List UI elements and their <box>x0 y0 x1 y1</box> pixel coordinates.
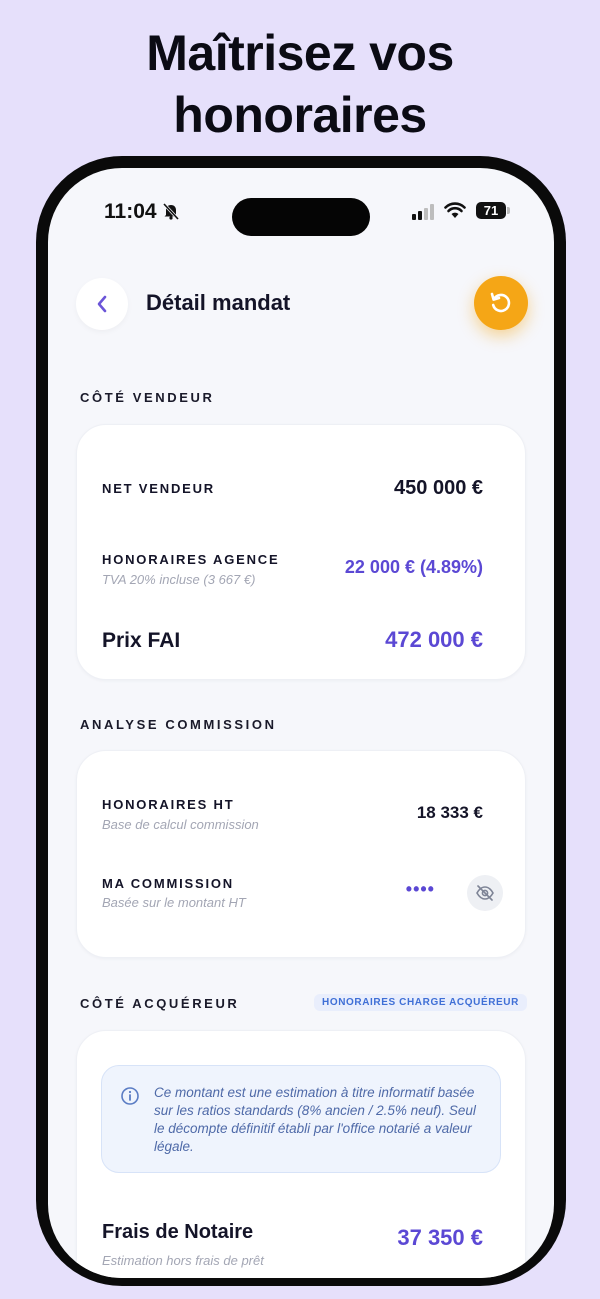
agency-fees-sub: TVA 20% incluse (3 667 €) <box>102 572 256 587</box>
headline-line-1: Maîtrisez vos <box>146 25 454 81</box>
info-notice-text: Ce montant est une estimation à titre in… <box>154 1085 476 1154</box>
back-button[interactable] <box>76 278 128 330</box>
dynamic-island <box>232 198 370 236</box>
signal-icon <box>412 204 434 220</box>
buyer-fees-badge: HONORAIRES CHARGE ACQUÉREUR <box>314 994 527 1011</box>
bell-off-icon <box>162 202 180 220</box>
rotate-ccw-icon <box>490 292 511 313</box>
fees-ht-value: 18 333 € <box>416 803 483 822</box>
net-seller-value: 450 000 € <box>394 477 483 499</box>
net-seller-label: NET VENDEUR <box>102 481 215 496</box>
my-commission-sub: Basée sur le montant HT <box>102 895 246 910</box>
my-commission-label: MA COMMISSION <box>102 876 234 891</box>
status-time: 11:04 <box>104 200 157 223</box>
seller-card: NET VENDEUR 450 000 € HONORAIRES AGENCE … <box>76 424 526 680</box>
phone-screen: 11:04 71 Détail mandat CÔTÉ VENDEUR NET … <box>48 168 554 1278</box>
section-seller-label: CÔTÉ VENDEUR <box>80 390 215 405</box>
phone-frame: 11:04 71 Détail mandat CÔTÉ VENDEUR NET … <box>36 156 566 1286</box>
section-commission-label: ANALYSE COMMISSION <box>80 717 277 732</box>
eye-off-icon <box>476 885 494 901</box>
reset-button[interactable] <box>474 276 528 330</box>
toggle-visibility-button[interactable] <box>467 875 503 911</box>
my-commission-value: •••• <box>405 879 435 899</box>
section-buyer-label: CÔTÉ ACQUÉREUR <box>80 996 240 1011</box>
buyer-card: Ce montant est une estimation à titre in… <box>76 1030 526 1278</box>
notary-fees-value: 37 350 € <box>397 1225 483 1250</box>
price-fai-value: 472 000 € <box>385 627 483 652</box>
fees-ht-sub: Base de calcul commission <box>102 817 259 832</box>
notary-fees-sub: Estimation hors frais de prêt <box>102 1253 264 1268</box>
battery-indicator: 71 <box>476 202 510 219</box>
info-notice: Ce montant est une estimation à titre in… <box>101 1065 501 1173</box>
fees-ht-label: HONORAIRES HT <box>102 797 235 812</box>
agency-fees-label: HONORAIRES AGENCE <box>102 552 280 567</box>
page-title: Détail mandat <box>146 290 291 315</box>
info-icon <box>121 1087 139 1105</box>
chevron-left-icon <box>97 295 107 313</box>
wifi-icon <box>444 202 466 218</box>
commission-card: HONORAIRES HT Base de calcul commission … <box>76 750 526 958</box>
headline: Maîtrisez vos honoraires <box>0 22 600 146</box>
price-fai-label: Prix FAI <box>102 629 181 652</box>
notary-fees-label: Frais de Notaire <box>102 1221 254 1243</box>
headline-line-2: honoraires <box>173 87 427 143</box>
agency-fees-value: 22 000 € (4.89%) <box>344 557 483 577</box>
